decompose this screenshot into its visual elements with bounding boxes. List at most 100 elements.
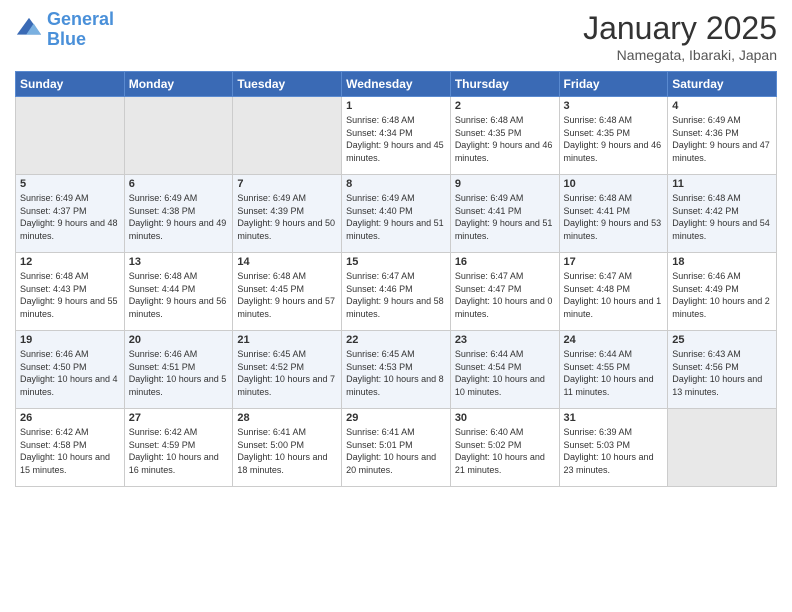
calendar-cell: 29Sunrise: 6:41 AMSunset: 5:01 PMDayligh… — [342, 409, 451, 487]
header: General Blue January 2025 Namegata, Ibar… — [15, 10, 777, 63]
logo-text: General Blue — [47, 10, 114, 50]
weekday-header-tuesday: Tuesday — [233, 72, 342, 97]
day-number: 30 — [455, 412, 555, 424]
day-info: Sunrise: 6:47 AMSunset: 4:48 PMDaylight:… — [564, 270, 664, 320]
title-block: January 2025 Namegata, Ibaraki, Japan — [583, 10, 777, 63]
day-info: Sunrise: 6:45 AMSunset: 4:52 PMDaylight:… — [237, 348, 337, 398]
day-info: Sunrise: 6:39 AMSunset: 5:03 PMDaylight:… — [564, 426, 664, 476]
calendar-cell: 25 Sunrise: 6:43 AMSunset: 4:56 PMDayligh… — [668, 331, 777, 409]
day-info: Sunrise: 6:49 AMSunset: 4:36 PMDaylight:… — [672, 114, 772, 164]
calendar-cell — [233, 97, 342, 175]
day-info: Sunrise: 6:48 AMSunset: 4:43 PMDaylight:… — [20, 270, 120, 320]
day-number: 4 — [672, 100, 772, 112]
weekday-header-thursday: Thursday — [450, 72, 559, 97]
day-info: Sunrise: 6:48 AMSunset: 4:42 PMDaylight:… — [672, 192, 772, 242]
calendar-cell: 26 Sunrise: 6:42 AMSunset: 4:58 PMDayligh… — [16, 409, 125, 487]
day-number: 15 — [346, 256, 446, 268]
day-number: 6 — [129, 178, 229, 190]
day-number: 7 — [237, 178, 337, 190]
calendar-week-row: 1 Sunrise: 6:48 AMSunset: 4:34 PMDaylight… — [16, 97, 777, 175]
calendar-cell — [16, 97, 125, 175]
calendar-cell: 7 Sunrise: 6:49 AMSunset: 4:39 PMDaylight… — [233, 175, 342, 253]
day-number: 1 — [346, 100, 446, 112]
day-number: 9 — [455, 178, 555, 190]
calendar-cell: 21 Sunrise: 6:45 AMSunset: 4:52 PMDayligh… — [233, 331, 342, 409]
page-container: General Blue January 2025 Namegata, Ibar… — [0, 0, 792, 497]
day-info: Sunrise: 6:43 AMSunset: 4:56 PMDaylight:… — [672, 348, 772, 398]
day-number: 3 — [564, 100, 664, 112]
day-number: 10 — [564, 178, 664, 190]
day-info: Sunrise: 6:44 AMSunset: 4:55 PMDaylight:… — [564, 348, 664, 398]
day-number: 17 — [564, 256, 664, 268]
calendar-cell: 23 Sunrise: 6:44 AMSunset: 4:54 PMDayligh… — [450, 331, 559, 409]
day-info: Sunrise: 6:42 AMSunset: 4:58 PMDaylight:… — [20, 426, 120, 476]
logo-icon — [15, 16, 43, 44]
weekday-header-wednesday: Wednesday — [342, 72, 451, 97]
day-info: Sunrise: 6:46 AMSunset: 4:49 PMDaylight:… — [672, 270, 772, 320]
day-number: 26 — [20, 412, 120, 424]
calendar-cell: 12Sunrise: 6:48 AMSunset: 4:43 PMDayligh… — [16, 253, 125, 331]
calendar-cell: 13Sunrise: 6:48 AMSunset: 4:44 PMDayligh… — [124, 253, 233, 331]
day-info: Sunrise: 6:49 AMSunset: 4:38 PMDaylight:… — [129, 192, 229, 242]
calendar-header: SundayMondayTuesdayWednesdayThursdayFrid… — [16, 72, 777, 97]
calendar-cell: 10 Sunrise: 6:48 AMSunset: 4:41 PMDayligh… — [559, 175, 668, 253]
logo: General Blue — [15, 10, 114, 50]
calendar-cell — [124, 97, 233, 175]
weekday-header-saturday: Saturday — [668, 72, 777, 97]
calendar-week-row: 5 Sunrise: 6:49 AMSunset: 4:37 PMDaylight… — [16, 175, 777, 253]
day-number: 25 — [672, 334, 772, 346]
calendar-cell: 30 Sunrise: 6:40 AMSunset: 5:02 PMDayligh… — [450, 409, 559, 487]
day-info: Sunrise: 6:49 AMSunset: 4:37 PMDaylight:… — [20, 192, 120, 242]
day-info: Sunrise: 6:41 AMSunset: 5:00 PMDaylight:… — [237, 426, 337, 476]
day-number: 8 — [346, 178, 446, 190]
day-number: 19 — [20, 334, 120, 346]
day-number: 21 — [237, 334, 337, 346]
day-number: 22 — [346, 334, 446, 346]
location-subtitle: Namegata, Ibaraki, Japan — [583, 47, 777, 63]
calendar-table: SundayMondayTuesdayWednesdayThursdayFrid… — [15, 71, 777, 487]
day-number: 27 — [129, 412, 229, 424]
day-info: Sunrise: 6:48 AMSunset: 4:45 PMDaylight:… — [237, 270, 337, 320]
calendar-cell: 31Sunrise: 6:39 AMSunset: 5:03 PMDayligh… — [559, 409, 668, 487]
day-info: Sunrise: 6:48 AMSunset: 4:41 PMDaylight:… — [564, 192, 664, 242]
calendar-cell: 15Sunrise: 6:47 AMSunset: 4:46 PMDayligh… — [342, 253, 451, 331]
day-number: 5 — [20, 178, 120, 190]
calendar-week-row: 12Sunrise: 6:48 AMSunset: 4:43 PMDayligh… — [16, 253, 777, 331]
day-number: 14 — [237, 256, 337, 268]
weekday-header-friday: Friday — [559, 72, 668, 97]
day-info: Sunrise: 6:44 AMSunset: 4:54 PMDaylight:… — [455, 348, 555, 398]
day-number: 11 — [672, 178, 772, 190]
weekday-header-monday: Monday — [124, 72, 233, 97]
day-number: 16 — [455, 256, 555, 268]
day-info: Sunrise: 6:48 AMSunset: 4:35 PMDaylight:… — [455, 114, 555, 164]
day-number: 28 — [237, 412, 337, 424]
day-info: Sunrise: 6:47 AMSunset: 4:47 PMDaylight:… — [455, 270, 555, 320]
day-info: Sunrise: 6:48 AMSunset: 4:35 PMDaylight:… — [564, 114, 664, 164]
calendar-cell: 1 Sunrise: 6:48 AMSunset: 4:34 PMDaylight… — [342, 97, 451, 175]
day-info: Sunrise: 6:40 AMSunset: 5:02 PMDaylight:… — [455, 426, 555, 476]
day-info: Sunrise: 6:49 AMSunset: 4:41 PMDaylight:… — [455, 192, 555, 242]
calendar-cell: 17 Sunrise: 6:47 AMSunset: 4:48 PMDayligh… — [559, 253, 668, 331]
calendar-cell: 27Sunrise: 6:42 AMSunset: 4:59 PMDayligh… — [124, 409, 233, 487]
weekday-header-row: SundayMondayTuesdayWednesdayThursdayFrid… — [16, 72, 777, 97]
logo-line2: Blue — [47, 30, 114, 50]
calendar-cell — [668, 409, 777, 487]
calendar-cell: 4 Sunrise: 6:49 AMSunset: 4:36 PMDaylight… — [668, 97, 777, 175]
calendar-cell: 5 Sunrise: 6:49 AMSunset: 4:37 PMDaylight… — [16, 175, 125, 253]
calendar-cell: 8 Sunrise: 6:49 AMSunset: 4:40 PMDaylight… — [342, 175, 451, 253]
day-info: Sunrise: 6:49 AMSunset: 4:39 PMDaylight:… — [237, 192, 337, 242]
day-number: 29 — [346, 412, 446, 424]
day-number: 23 — [455, 334, 555, 346]
calendar-week-row: 19Sunrise: 6:46 AMSunset: 4:50 PMDayligh… — [16, 331, 777, 409]
day-info: Sunrise: 6:48 AMSunset: 4:34 PMDaylight:… — [346, 114, 446, 164]
calendar-cell: 3 Sunrise: 6:48 AMSunset: 4:35 PMDaylight… — [559, 97, 668, 175]
day-number: 2 — [455, 100, 555, 112]
weekday-header-sunday: Sunday — [16, 72, 125, 97]
calendar-cell: 19Sunrise: 6:46 AMSunset: 4:50 PMDayligh… — [16, 331, 125, 409]
calendar-cell: 24Sunrise: 6:44 AMSunset: 4:55 PMDayligh… — [559, 331, 668, 409]
calendar-cell: 28 Sunrise: 6:41 AMSunset: 5:00 PMDayligh… — [233, 409, 342, 487]
calendar-cell: 22Sunrise: 6:45 AMSunset: 4:53 PMDayligh… — [342, 331, 451, 409]
day-info: Sunrise: 6:49 AMSunset: 4:40 PMDaylight:… — [346, 192, 446, 242]
calendar-body: 1 Sunrise: 6:48 AMSunset: 4:34 PMDaylight… — [16, 97, 777, 487]
day-number: 20 — [129, 334, 229, 346]
